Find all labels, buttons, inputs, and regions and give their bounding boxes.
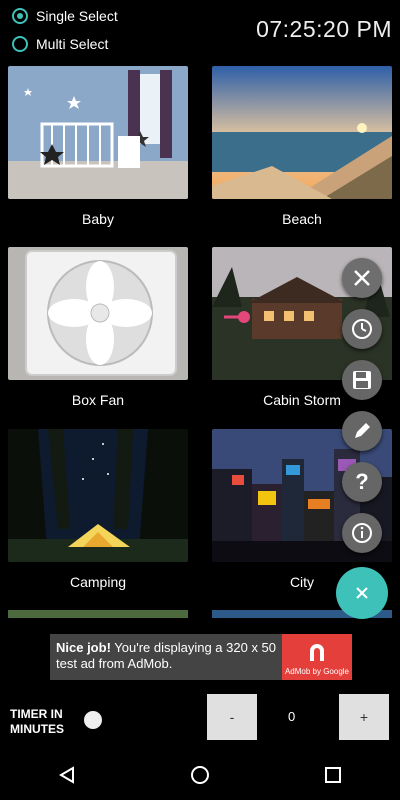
admob-banner[interactable]: Nice job! You're displaying a 320 x 50 t… — [50, 634, 352, 680]
tile-box-fan[interactable]: Box Fan — [8, 247, 188, 408]
tile-camping[interactable]: Camping — [8, 429, 188, 590]
timer-value: 0 — [288, 709, 296, 724]
fab-close-button[interactable] — [342, 258, 382, 298]
baby-image — [8, 66, 188, 199]
single-select-radio[interactable]: Single Select — [12, 8, 118, 24]
close-icon — [356, 587, 368, 599]
android-nav-bar — [0, 750, 400, 800]
top-bar: Single Select Multi Select 07:25:20 PM — [0, 0, 400, 62]
recents-icon[interactable] — [323, 765, 343, 785]
fab-main-button[interactable] — [336, 567, 388, 619]
tile-baby[interactable]: Baby — [8, 66, 188, 227]
info-icon — [352, 523, 372, 543]
single-select-label: Single Select — [36, 8, 118, 24]
close-icon — [354, 270, 370, 286]
box-fan-image — [8, 247, 188, 380]
tile-label: Baby — [82, 211, 114, 227]
tile-label: Box Fan — [71, 392, 125, 408]
clock-icon — [352, 319, 372, 339]
increment-button[interactable]: + — [339, 694, 389, 740]
timer-slider-thumb[interactable] — [84, 711, 102, 729]
camping-image — [8, 429, 188, 562]
multi-select-radio[interactable]: Multi Select — [12, 36, 108, 52]
tile-label: Camping — [69, 574, 127, 590]
sound-grid: Baby Beach Box Fan Cabin Storm Camping C… — [0, 62, 400, 618]
fab-info-button[interactable] — [342, 513, 382, 553]
home-icon[interactable] — [190, 765, 210, 785]
radio-unchecked-icon — [12, 36, 28, 52]
admob-logo: AdMob by Google — [282, 634, 352, 680]
tile-beach[interactable]: Beach — [212, 66, 392, 227]
multi-select-label: Multi Select — [36, 36, 109, 52]
tile-label: Beach — [282, 211, 322, 227]
decrement-button[interactable]: - — [207, 694, 257, 740]
timer-label-line1: TIMER IN — [10, 707, 63, 721]
beach-image — [212, 66, 392, 199]
timer-label-line2: MINUTES — [10, 722, 64, 736]
admob-icon — [310, 643, 324, 661]
clock: 07:25:20 PM — [256, 16, 392, 42]
fab-edit-button[interactable] — [342, 411, 382, 451]
fab-save-button[interactable] — [342, 360, 382, 400]
save-icon — [353, 371, 371, 389]
ad-bold-text: Nice job! — [56, 640, 111, 655]
help-icon: ? — [355, 469, 369, 494]
tile-partial — [8, 610, 188, 618]
admob-brand: AdMob by Google — [284, 666, 350, 676]
tile-city[interactable]: City — [212, 429, 392, 590]
timer-label: TIMER IN MINUTES — [10, 707, 64, 737]
fab-help-button[interactable]: ? — [342, 462, 382, 502]
fab-timer-button[interactable] — [342, 309, 382, 349]
pencil-icon — [355, 423, 370, 438]
radio-checked-icon — [12, 8, 28, 24]
back-icon[interactable] — [57, 765, 77, 785]
ad-text: Nice job! You're displaying a 320 x 50 t… — [50, 634, 282, 680]
